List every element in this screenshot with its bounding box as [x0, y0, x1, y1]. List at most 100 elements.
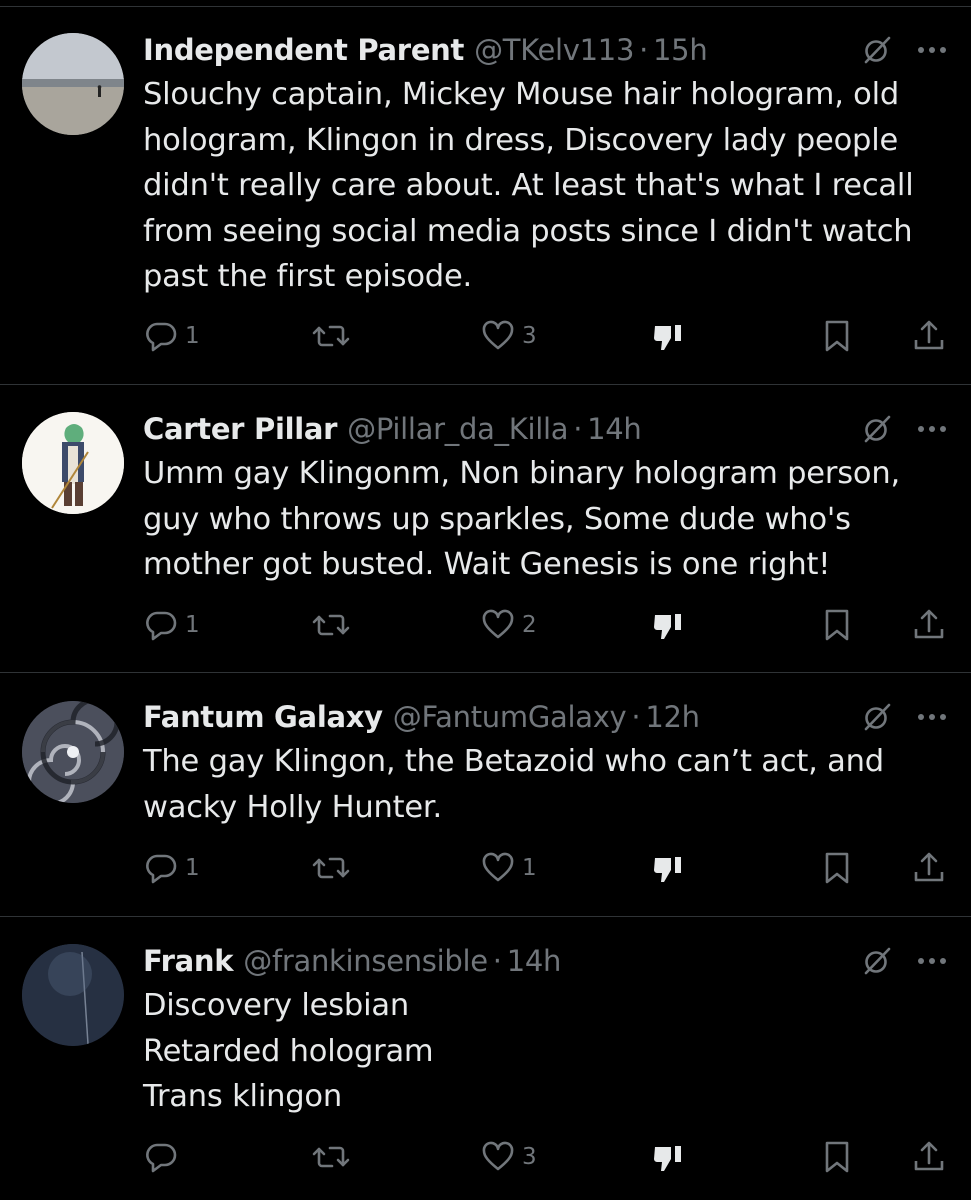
action-bar: 3 — [143, 1137, 948, 1177]
grok-icon[interactable] — [860, 700, 894, 734]
share-icon — [914, 609, 944, 639]
grok-icon[interactable] — [860, 412, 894, 446]
display-name[interactable]: Frank — [143, 944, 234, 978]
reply-button[interactable] — [143, 1137, 185, 1177]
like-button[interactable]: 2 — [480, 605, 537, 645]
tweet-divider — [0, 384, 971, 385]
tweet-divider — [0, 672, 971, 673]
bookmark-button[interactable] — [819, 605, 855, 645]
repost-icon — [312, 614, 350, 636]
share-icon — [914, 1141, 944, 1171]
user-handle[interactable]: @TKelv113 — [474, 33, 634, 67]
bookmark-icon — [825, 320, 849, 352]
dislike-button[interactable] — [649, 605, 689, 645]
tweet-header: Frank @frankinsensible · 14h — [143, 941, 948, 981]
repost-button[interactable] — [311, 605, 357, 645]
like-icon — [482, 320, 514, 350]
share-button[interactable] — [911, 316, 947, 356]
grok-icon[interactable] — [860, 33, 894, 67]
more-icon[interactable] — [916, 944, 948, 978]
like-count: 1 — [522, 855, 537, 881]
reply-button[interactable]: 1 — [143, 848, 200, 888]
text-line: guy who throws up sparkles, Some dude wh… — [143, 501, 851, 537]
reply-count: 1 — [185, 855, 200, 881]
dislike-icon — [654, 1146, 681, 1171]
like-icon — [482, 609, 514, 639]
tweet-text: The gay Klingon, the Betazoid who can’t … — [143, 739, 948, 830]
dislike-button[interactable] — [649, 316, 689, 356]
tweet-text: Discovery lesbian Retarded hologram Tran… — [143, 983, 948, 1120]
text-line: Retarded hologram — [143, 1033, 434, 1069]
share-button[interactable] — [911, 1137, 947, 1177]
bookmark-button[interactable] — [819, 1137, 855, 1177]
action-bar: 1 3 — [143, 316, 948, 356]
text-line: from seeing social media posts since I d… — [143, 213, 913, 249]
dislike-button[interactable] — [649, 848, 689, 888]
like-button[interactable]: 3 — [480, 316, 537, 356]
dislike-icon — [654, 325, 681, 350]
repost-icon — [312, 325, 350, 347]
tweet-header: Fantum Galaxy @FantumGalaxy · 12h — [143, 697, 948, 737]
separator-dot: · — [492, 944, 502, 978]
grok-icon[interactable] — [860, 944, 894, 978]
share-icon — [914, 852, 944, 882]
top-divider — [0, 6, 971, 7]
repost-button[interactable] — [311, 1137, 357, 1177]
like-button[interactable]: 3 — [480, 1137, 537, 1177]
text-line: The gay Klingon, the Betazoid who can’t … — [143, 744, 884, 779]
text-line: mother got busted. Wait Genesis is one r… — [143, 547, 831, 583]
reply-button[interactable]: 1 — [143, 605, 200, 645]
timestamp[interactable]: 12h — [645, 700, 700, 734]
avatar[interactable] — [22, 944, 124, 1046]
like-button[interactable]: 1 — [480, 848, 537, 888]
like-count: 3 — [522, 1144, 537, 1170]
tweet-header: Carter Pillar @Pillar_da_Killa · 14h — [143, 409, 948, 449]
timestamp[interactable]: 15h — [653, 33, 708, 67]
like-icon — [482, 852, 514, 882]
more-icon[interactable] — [916, 700, 948, 734]
bookmark-button[interactable] — [819, 848, 855, 888]
share-button[interactable] — [911, 848, 947, 888]
display-name[interactable]: Carter Pillar — [143, 412, 337, 446]
repost-button[interactable] — [311, 316, 357, 356]
more-icon[interactable] — [916, 412, 948, 446]
dislike-icon — [654, 857, 681, 882]
like-icon — [482, 1141, 514, 1171]
dislike-button[interactable] — [649, 1137, 689, 1177]
action-bar: 1 2 — [143, 605, 948, 645]
reply-count: 1 — [185, 323, 200, 349]
avatar[interactable] — [22, 33, 124, 135]
reply-icon — [146, 1143, 177, 1173]
separator-dot: · — [639, 33, 649, 67]
tweet-divider — [0, 916, 971, 917]
display-name[interactable]: Independent Parent — [143, 33, 464, 67]
user-handle[interactable]: @FantumGalaxy — [393, 700, 627, 734]
bookmark-icon — [825, 852, 849, 884]
bookmark-icon — [825, 609, 849, 641]
action-bar: 1 1 — [143, 848, 948, 888]
text-line: Umm gay Klingonm, Non binary hologram pe… — [143, 456, 900, 491]
reply-count: 1 — [185, 612, 200, 638]
user-handle[interactable]: @frankinsensible — [243, 944, 488, 978]
reply-icon — [146, 611, 177, 641]
text-line: wacky Holly Hunter. — [143, 789, 442, 825]
reply-icon — [146, 854, 177, 884]
more-icon[interactable] — [916, 33, 948, 67]
share-button[interactable] — [911, 605, 947, 645]
share-icon — [914, 320, 944, 350]
dislike-icon — [654, 614, 681, 639]
reply-button[interactable]: 1 — [143, 316, 200, 356]
avatar[interactable] — [22, 701, 124, 803]
bookmark-button[interactable] — [819, 316, 855, 356]
separator-dot: · — [631, 700, 641, 734]
like-count: 2 — [522, 612, 537, 638]
avatar[interactable] — [22, 412, 124, 514]
timestamp[interactable]: 14h — [507, 944, 562, 978]
display-name[interactable]: Fantum Galaxy — [143, 700, 383, 734]
text-line: past the first episode. — [143, 259, 473, 295]
reply-icon — [146, 322, 177, 352]
timestamp[interactable]: 14h — [587, 412, 642, 446]
user-handle[interactable]: @Pillar_da_Killa — [347, 412, 568, 446]
repost-icon — [312, 857, 350, 879]
repost-button[interactable] — [311, 848, 357, 888]
